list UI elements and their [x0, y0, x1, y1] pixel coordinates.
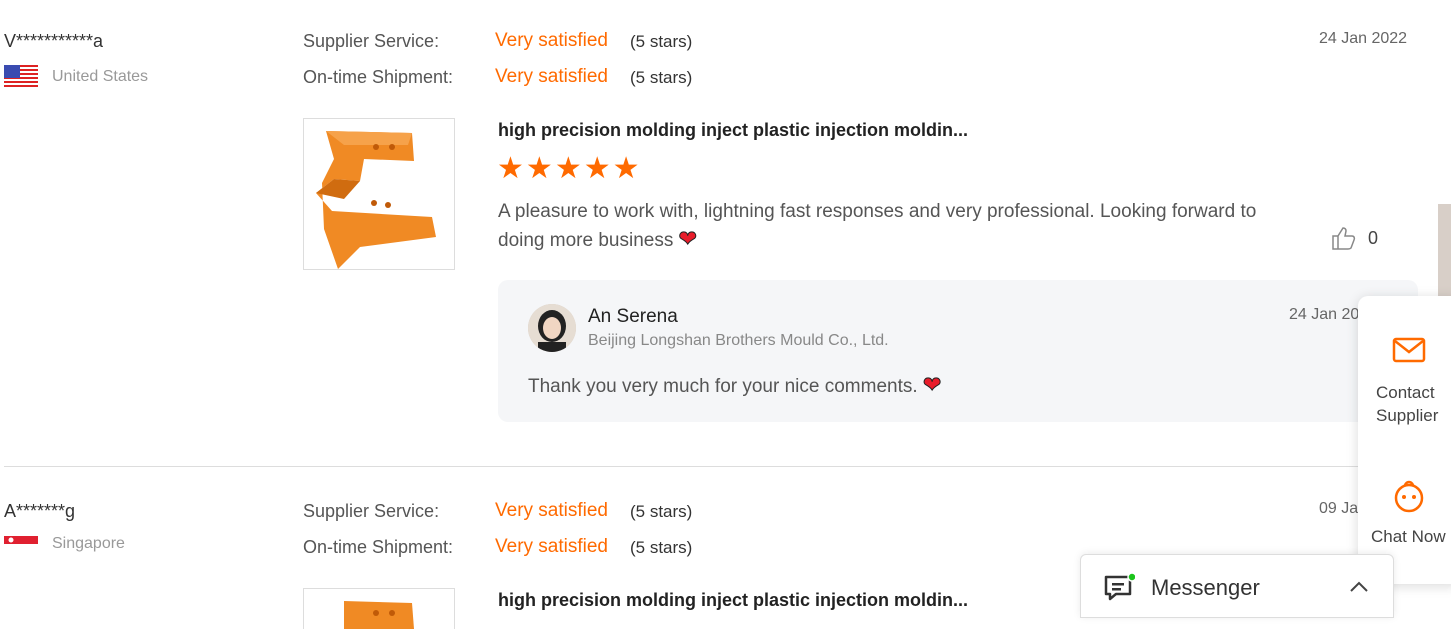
like-button[interactable]: 0	[1330, 224, 1378, 252]
review-body: A pleasure to work with, lightning fast …	[498, 201, 1257, 251]
star-icon: ★	[554, 152, 582, 185]
avatar	[528, 304, 576, 352]
star-icon: ★	[525, 152, 553, 185]
supplier-service-label: Supplier Service:	[303, 501, 440, 521]
reply-body: Thank you very much for your nice commen…	[528, 376, 918, 397]
chevron-up-icon[interactable]	[1349, 579, 1369, 598]
reply-author: An Serena	[588, 306, 678, 327]
review-date: 24 Jan 2022	[1319, 30, 1408, 47]
product-image	[316, 131, 436, 269]
thumbs-up-icon	[1332, 227, 1356, 250]
review-divider	[4, 466, 1414, 467]
country-label: United States	[52, 68, 149, 85]
star-icon: ★	[612, 152, 640, 185]
buyer-country: Singapore	[4, 535, 125, 553]
shipment-stars: (5 stars)	[630, 538, 693, 557]
buyer-name: A*******g	[4, 501, 76, 521]
messenger-bar[interactable]: Messenger	[1080, 554, 1394, 618]
supplier-reply: An Serena Beijing Longshan Brothers Moul…	[498, 280, 1418, 422]
shipment-value: Very satisfied	[495, 536, 608, 557]
mail-icon	[1392, 336, 1451, 369]
heart-icon: ❤	[678, 226, 698, 252]
chat-now-label: Chat Now	[1371, 527, 1446, 546]
side-panel: Contact Supplier Chat Now	[1358, 296, 1451, 584]
chat-face-icon	[1392, 480, 1451, 519]
shipment-value: Very satisfied	[495, 66, 608, 87]
contact-supplier-label: Contact Supplier	[1376, 383, 1439, 425]
messenger-label: Messenger	[1151, 575, 1260, 600]
review-text: A pleasure to work with, lightning fast …	[498, 198, 1258, 254]
like-count: 0	[1368, 227, 1379, 248]
buyer-name: V***********a	[4, 31, 104, 51]
star-icon: ★	[497, 152, 524, 185]
supplier-service-label: Supplier Service:	[303, 31, 440, 51]
supplier-service-value: Very satisfied	[495, 500, 608, 521]
product-image	[344, 601, 414, 629]
singapore-flag-icon	[4, 536, 38, 552]
contact-supplier-button[interactable]: Contact Supplier	[1358, 336, 1451, 427]
shipment-stars: (5 stars)	[630, 68, 693, 87]
product-title-link[interactable]: high precision molding inject plastic in…	[498, 120, 968, 141]
heart-icon: ❤	[922, 372, 942, 398]
supplier-service-stars: (5 stars)	[630, 32, 693, 51]
chat-now-button[interactable]: Chat Now	[1358, 480, 1451, 547]
product-thumbnail[interactable]	[303, 118, 455, 270]
shipment-label: On-time Shipment:	[303, 537, 454, 557]
rating-stars: ★★★★★	[497, 154, 642, 184]
buyer-country: United States	[4, 65, 148, 89]
reply-text: Thank you very much for your nice commen…	[528, 372, 942, 398]
shipment-label: On-time Shipment:	[303, 67, 454, 87]
product-title-link[interactable]: high precision molding inject plastic in…	[498, 590, 968, 611]
supplier-service-value: Very satisfied	[495, 30, 608, 51]
us-flag-icon	[4, 65, 38, 89]
star-icon: ★	[583, 152, 611, 185]
messenger-icon	[1103, 572, 1137, 608]
country-label: Singapore	[52, 535, 125, 552]
supplier-service-stars: (5 stars)	[630, 502, 693, 521]
reply-company: Beijing Longshan Brothers Mould Co., Ltd…	[588, 332, 889, 349]
